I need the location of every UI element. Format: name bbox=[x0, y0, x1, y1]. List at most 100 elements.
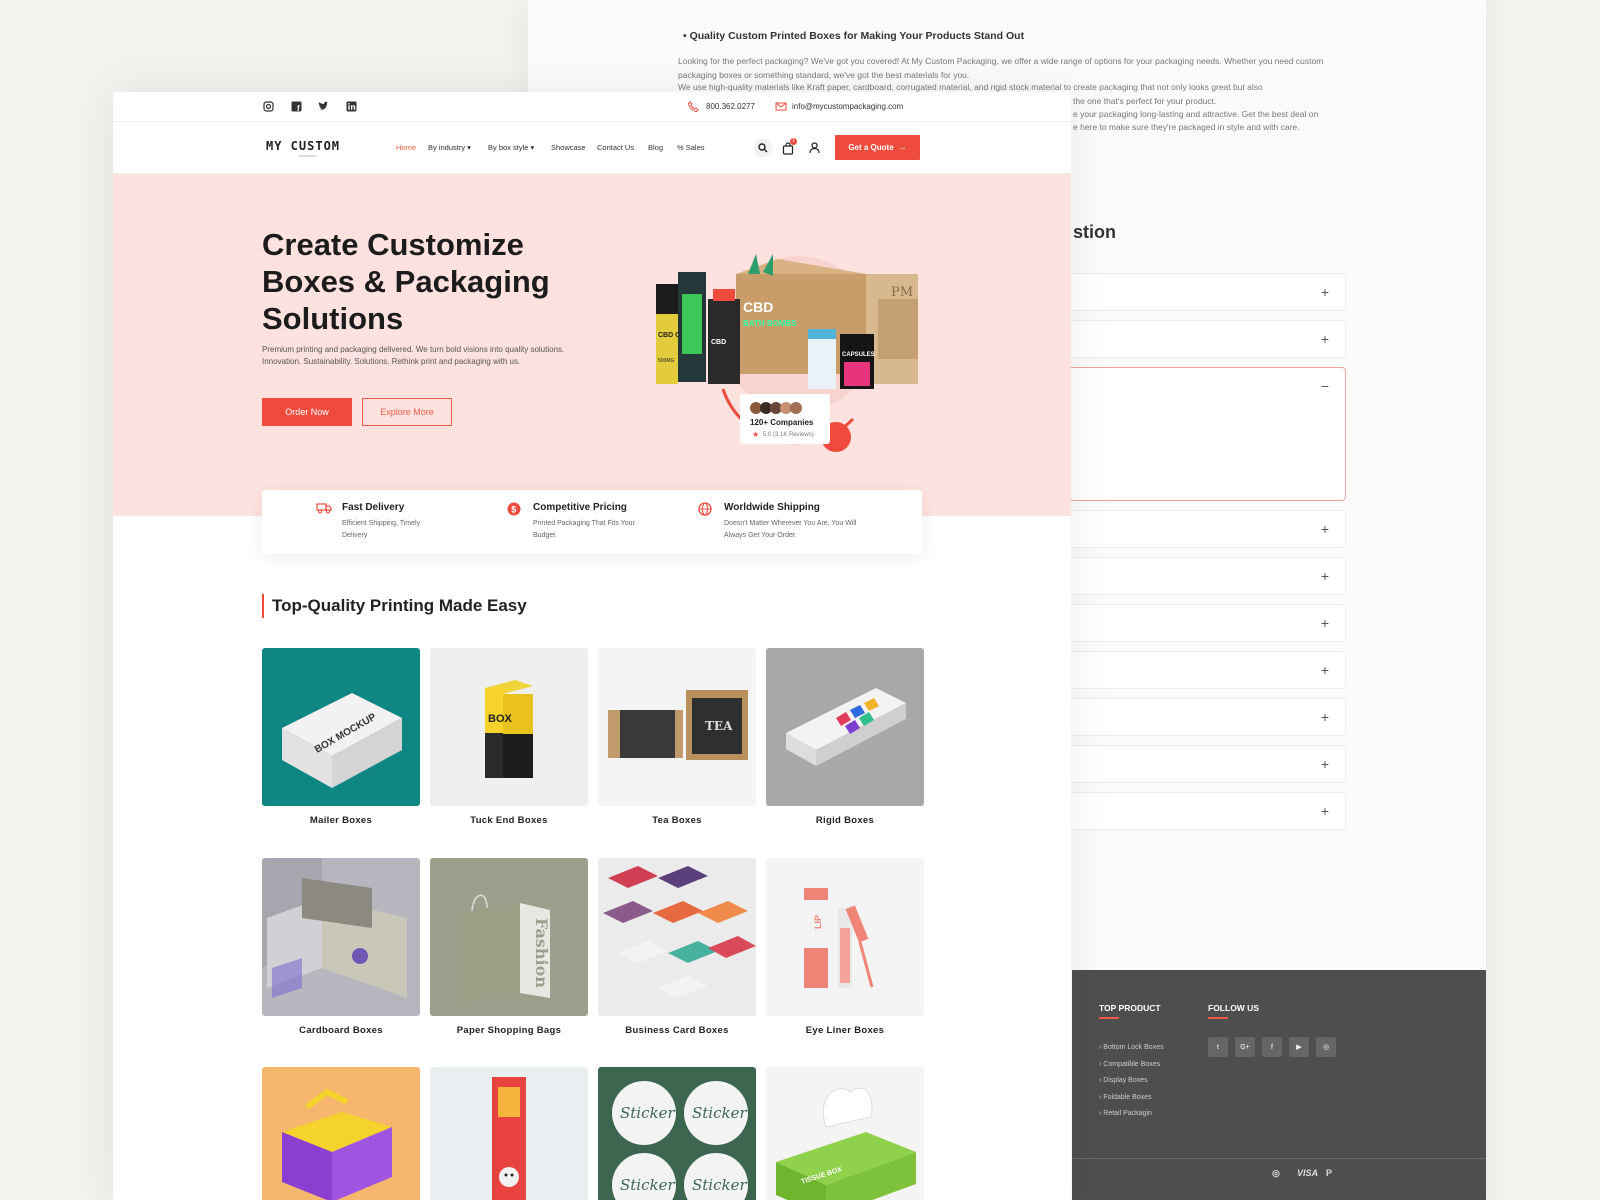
visa-icon: VISA bbox=[1297, 1168, 1319, 1178]
nav-showcase[interactable]: Showcase bbox=[551, 143, 586, 152]
plus-icon: + bbox=[1320, 568, 1329, 584]
bg-paragraph: e here to make sure they're packaged in … bbox=[1073, 122, 1300, 132]
mastercard-icon: ◎ bbox=[1272, 1168, 1280, 1178]
footer-product-list: › Bottom Lock Boxes › Compatible Boxes ›… bbox=[1099, 1040, 1164, 1123]
logo-subtitle: PACKAGING bbox=[299, 154, 317, 158]
arrow-right-icon: → bbox=[898, 143, 907, 152]
product-card-tissue-box[interactable]: TISSUE BOX bbox=[766, 1067, 924, 1200]
paypal-icon: P bbox=[1326, 1168, 1333, 1178]
plus-icon: + bbox=[1320, 803, 1329, 819]
facebook-icon[interactable]: f bbox=[291, 101, 302, 113]
nav-home[interactable]: Home bbox=[396, 143, 416, 152]
rating-text: 5.0 (3.1K Reviews) bbox=[763, 432, 814, 438]
footer-link[interactable]: › Compatible Boxes bbox=[1099, 1057, 1164, 1074]
instagram-icon[interactable] bbox=[263, 101, 274, 112]
cart-icon[interactable]: 1 bbox=[779, 138, 797, 157]
search-icon[interactable] bbox=[754, 139, 772, 157]
product-label: Eye Liner Boxes bbox=[805, 1025, 885, 1036]
product-label: Tuck End Boxes bbox=[470, 815, 548, 826]
feature-desc: Efficient Shipping, Timely Delivery bbox=[342, 520, 421, 539]
nav-contact[interactable]: Contact Us bbox=[597, 143, 634, 152]
instagram-icon[interactable]: ◎ bbox=[1316, 1037, 1336, 1057]
faq-heading: stion bbox=[1073, 222, 1116, 242]
hero-pkg-text: 500MG bbox=[658, 358, 675, 364]
lip-text: LIP bbox=[813, 915, 823, 929]
sticker-text: Sticker bbox=[620, 1176, 675, 1194]
plus-icon: + bbox=[1320, 521, 1329, 537]
twitter-icon[interactable]: t bbox=[1208, 1037, 1228, 1057]
dollar-icon: $ bbox=[507, 502, 521, 516]
footer-follow-heading: FOLLOW US bbox=[1208, 1003, 1259, 1019]
globe-icon bbox=[698, 502, 712, 516]
nav-sales[interactable]: % Sales bbox=[677, 143, 705, 152]
bag-text: Fashion bbox=[532, 918, 551, 988]
footer-link[interactable]: › Foldable Boxes bbox=[1099, 1090, 1164, 1107]
order-now-button[interactable]: Order Now bbox=[262, 398, 352, 426]
rigid-box-image bbox=[766, 648, 924, 806]
nav-blog[interactable]: Blog bbox=[648, 143, 663, 152]
section-title: Top-Quality Printing Made Easy bbox=[262, 594, 527, 618]
sticker-text: Sticker bbox=[692, 1104, 747, 1122]
email-address[interactable]: info@mycustompackaging.com bbox=[792, 102, 903, 111]
product-card-tea-boxes[interactable]: TEA Tea Boxes bbox=[598, 648, 756, 826]
bg-bullet-heading: • Quality Custom Printed Boxes for Makin… bbox=[683, 30, 1025, 42]
phone-icon bbox=[687, 101, 699, 113]
plus-icon: + bbox=[1320, 756, 1329, 772]
product-card-business-card-boxes[interactable]: Business Card Boxes bbox=[598, 858, 756, 1036]
footer-link[interactable]: › Retail Packagin bbox=[1099, 1106, 1164, 1123]
product-label: Cardboard Boxes bbox=[299, 1025, 383, 1036]
nav-by-box-style[interactable]: By box style ▾ bbox=[488, 143, 534, 152]
get-quote-button[interactable]: Get a Quote → bbox=[835, 135, 920, 160]
sticker-text: Sticker bbox=[692, 1176, 747, 1194]
footer-link[interactable]: › Bottom Lock Boxes bbox=[1099, 1040, 1164, 1057]
svg-text:$: $ bbox=[511, 505, 516, 515]
product-card-cardboard-boxes[interactable]: Cardboard Boxes bbox=[262, 858, 420, 1036]
bg-paragraph: Looking for the perfect packaging? We've… bbox=[678, 56, 1324, 80]
get-quote-label: Get a Quote bbox=[848, 143, 894, 152]
footer-top-product-heading: TOP PRODUCT bbox=[1099, 1003, 1161, 1019]
twitter-icon[interactable] bbox=[318, 101, 329, 112]
plus-icon: + bbox=[1320, 284, 1329, 300]
product-label: Business Card Boxes bbox=[625, 1025, 729, 1036]
bg-paragraph: the one that's perfect for your product. bbox=[1073, 96, 1217, 106]
product-card-stickers[interactable]: Sticker Sticker Sticker Sticker bbox=[598, 1067, 756, 1200]
cardboard-box-image bbox=[262, 858, 420, 1016]
user-icon[interactable] bbox=[805, 139, 823, 157]
hero-pkg-text: CBD bbox=[711, 339, 726, 346]
feature-desc: Doesn't Matter Wherever You Are, You Wil… bbox=[724, 520, 857, 539]
product-card-tuck-end-boxes[interactable]: BOX Tuck End Boxes bbox=[430, 648, 588, 826]
product-label: Paper Shopping Bags bbox=[456, 1025, 562, 1036]
main-nav: MY CUSTOM PACKAGING Home By industry ▾ B… bbox=[113, 122, 1071, 174]
phone-number[interactable]: 800.362.0277 bbox=[706, 102, 755, 111]
footer-link[interactable]: › Display Boxes bbox=[1099, 1073, 1164, 1090]
google-plus-icon[interactable]: G+ bbox=[1235, 1037, 1255, 1057]
logo[interactable]: MY CUSTOM bbox=[266, 139, 340, 153]
product-card-gable-box[interactable] bbox=[262, 1067, 420, 1200]
product-label: Mailer Boxes bbox=[309, 815, 373, 826]
feature-title: Competitive Pricing bbox=[533, 502, 627, 513]
product-card-rigid-boxes[interactable]: Rigid Boxes bbox=[766, 648, 924, 826]
hero: Create Customize Boxes & Packaging Solut… bbox=[113, 174, 1071, 516]
youtube-icon[interactable]: ▶ bbox=[1289, 1037, 1309, 1057]
product-card-eye-liner-boxes[interactable]: LIP Eye Liner Boxes bbox=[766, 858, 924, 1036]
email-icon bbox=[775, 101, 787, 112]
bg-paragraph: e your packaging long-lasting and attrac… bbox=[1073, 109, 1319, 119]
hero-pkg-text: PM bbox=[891, 285, 913, 300]
footer: TOP PRODUCT FOLLOW US › Bottom Lock Boxe… bbox=[1072, 970, 1486, 1200]
sticker-image: Sticker Sticker Sticker Sticker bbox=[598, 1067, 756, 1200]
nav-by-industry[interactable]: By industry ▾ bbox=[428, 143, 471, 152]
hero-subtitle: Premium printing and packaging delivered… bbox=[262, 345, 565, 366]
svg-text:★: ★ bbox=[752, 430, 759, 439]
feature-title: Worldwide Shipping bbox=[724, 502, 820, 513]
svg-text:f: f bbox=[297, 104, 300, 112]
explore-more-button[interactable]: Explore More bbox=[362, 398, 452, 426]
facebook-icon[interactable]: f bbox=[1262, 1037, 1282, 1057]
eye-liner-box-image: LIP bbox=[766, 858, 924, 1016]
product-card-paper-shopping-bags[interactable]: Fashion Paper Shopping Bags bbox=[430, 858, 588, 1036]
product-card-pet-box[interactable] bbox=[430, 1067, 588, 1200]
tissue-box-image: TISSUE BOX bbox=[766, 1067, 924, 1200]
plus-icon: + bbox=[1320, 331, 1329, 347]
gable-box-image bbox=[262, 1067, 420, 1200]
linkedin-icon[interactable] bbox=[346, 101, 357, 112]
product-card-mailer-boxes[interactable]: BOX MOCKUP Mailer Boxes bbox=[262, 648, 420, 826]
